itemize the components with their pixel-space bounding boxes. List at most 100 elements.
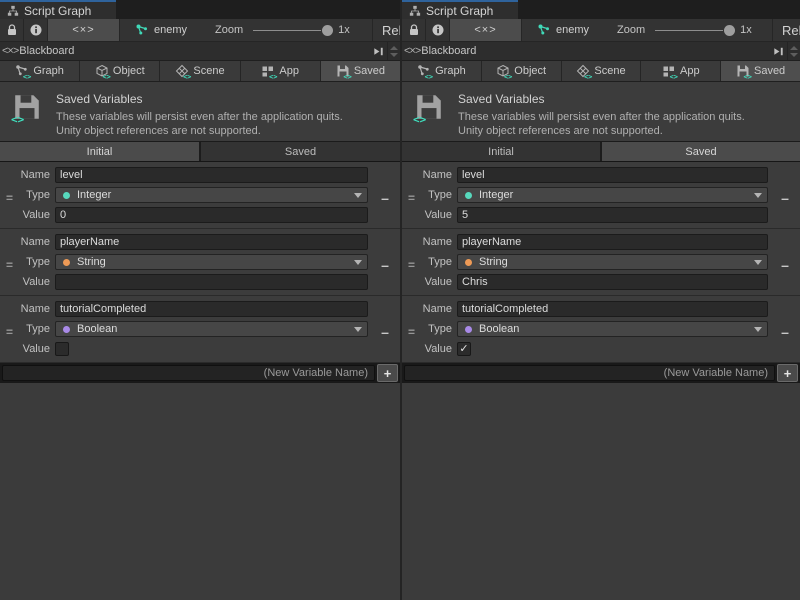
tab-graph[interactable]: Graph [0, 61, 80, 81]
type-value: Boolean [479, 323, 519, 335]
drag-handle[interactable]: = [408, 255, 415, 275]
cube-icon [95, 64, 109, 78]
zoom-slider-handle[interactable] [322, 25, 333, 36]
tab-saved-scope[interactable]: Saved [602, 142, 800, 161]
variable-name-input[interactable] [55, 301, 368, 317]
variable-row-tutorialcompleted: = – Name Type Boolean Value [0, 296, 400, 363]
type-dropdown[interactable]: Boolean [457, 321, 768, 337]
graph-breadcrumb[interactable]: enemy [537, 19, 589, 41]
variable-value-checkbox[interactable]: ✓ [457, 342, 471, 356]
scroll-down-icon[interactable] [390, 53, 398, 57]
variable-value-checkbox[interactable] [55, 342, 69, 356]
code-view-toggle[interactable]: <×> [450, 19, 522, 41]
tab-graph[interactable]: Graph [402, 61, 482, 81]
graph-icon [15, 64, 29, 78]
code-view-toggle[interactable]: <×> [48, 19, 120, 41]
floppy-icon-large [414, 92, 446, 124]
tab-initial[interactable]: Initial [402, 142, 600, 161]
tab-script-graph[interactable]: Script Graph [0, 0, 116, 19]
tab-saved[interactable]: Saved [321, 61, 400, 81]
scroll-stepper[interactable] [387, 42, 400, 60]
info-line-1: These variables will persist even after … [458, 110, 745, 124]
new-variable-input[interactable] [2, 365, 375, 381]
code-brackets-icon: <×> [404, 45, 420, 57]
variables-list: = – Name Type Integer Value = – [0, 162, 400, 363]
graph-breadcrumb[interactable]: enemy [135, 19, 187, 41]
dock-panel-button[interactable] [369, 45, 387, 58]
lock-button[interactable] [402, 19, 426, 41]
name-label: Name [402, 169, 452, 181]
info-line-2: Unity object references are not supporte… [458, 124, 745, 138]
tab-label: App [680, 65, 700, 77]
tab-scene[interactable]: Scene [562, 61, 642, 81]
tab-scene[interactable]: Scene [160, 61, 240, 81]
blackboard-title: Blackboard [19, 45, 74, 57]
zoom-slider-track [655, 30, 723, 31]
remove-variable-button[interactable]: – [776, 322, 794, 342]
variables-list: = – Name Type Integer Value = – [402, 162, 800, 363]
dock-panel-button[interactable] [769, 45, 787, 58]
type-dropdown[interactable]: Integer [55, 187, 368, 203]
variable-name-input[interactable] [55, 234, 368, 250]
remove-variable-button[interactable]: – [776, 188, 794, 208]
variable-name-input[interactable] [457, 301, 768, 317]
type-dropdown[interactable]: String [55, 254, 368, 270]
drag-handle[interactable]: = [6, 188, 13, 208]
drag-handle[interactable]: = [408, 322, 415, 342]
tab-object[interactable]: Object [80, 61, 160, 81]
tab-app[interactable]: App [641, 61, 721, 81]
type-color-dot [465, 259, 472, 266]
info-button[interactable] [24, 19, 48, 41]
zoom-slider-handle[interactable] [724, 25, 735, 36]
zoom-slider[interactable] [253, 19, 333, 41]
zoom-slider[interactable] [655, 19, 735, 41]
tab-object[interactable]: Object [482, 61, 562, 81]
value-label: Value [402, 343, 452, 355]
variable-value-input[interactable] [55, 207, 368, 223]
name-label: Name [0, 236, 50, 248]
name-label: Name [402, 236, 452, 248]
remove-variable-button[interactable]: – [376, 255, 394, 275]
scroll-down-icon[interactable] [790, 53, 798, 57]
drag-handle[interactable]: = [408, 188, 415, 208]
tab-label: Scene [193, 65, 224, 77]
add-variable-button[interactable]: + [777, 364, 798, 382]
type-value: String [77, 256, 106, 268]
tab-script-graph[interactable]: Script Graph [402, 0, 518, 19]
cube-icon [496, 64, 510, 78]
remove-variable-button[interactable]: – [376, 188, 394, 208]
new-variable-input[interactable] [404, 365, 775, 381]
tab-initial[interactable]: Initial [0, 142, 199, 161]
drag-handle[interactable]: = [6, 255, 13, 275]
type-dropdown[interactable]: Boolean [55, 321, 368, 337]
lock-button[interactable] [0, 19, 24, 41]
tab-label: Saved [754, 65, 785, 77]
info-button[interactable] [426, 19, 450, 41]
script-graph-panel-left: Script Graph <×> enemy Zoom 1x Rela <×> … [0, 0, 400, 600]
variable-name-input[interactable] [457, 167, 768, 183]
relations-button[interactable]: Rela [772, 19, 800, 41]
tab-saved[interactable]: Saved [721, 61, 800, 81]
tab-app[interactable]: App [241, 61, 321, 81]
relations-button[interactable]: Rela [372, 19, 400, 41]
variable-row-playername: = – Name Type String Value [402, 229, 800, 296]
variable-name-input[interactable] [457, 234, 768, 250]
variable-value-input[interactable] [55, 274, 368, 290]
drag-handle[interactable]: = [6, 322, 13, 342]
tab-label: Graph [33, 65, 64, 77]
variable-value-input[interactable] [457, 274, 768, 290]
remove-variable-button[interactable]: – [376, 322, 394, 342]
tab-saved-scope[interactable]: Saved [201, 142, 400, 161]
app-blocks-icon [261, 64, 275, 78]
scroll-up-icon[interactable] [790, 46, 798, 50]
chevron-down-icon [354, 260, 362, 265]
type-dropdown[interactable]: Integer [457, 187, 768, 203]
variable-name-input[interactable] [55, 167, 368, 183]
type-color-dot [465, 326, 472, 333]
scroll-stepper[interactable] [787, 42, 800, 60]
variable-value-input[interactable] [457, 207, 768, 223]
add-variable-button[interactable]: + [377, 364, 398, 382]
remove-variable-button[interactable]: – [776, 255, 794, 275]
scroll-up-icon[interactable] [390, 46, 398, 50]
type-dropdown[interactable]: String [457, 254, 768, 270]
